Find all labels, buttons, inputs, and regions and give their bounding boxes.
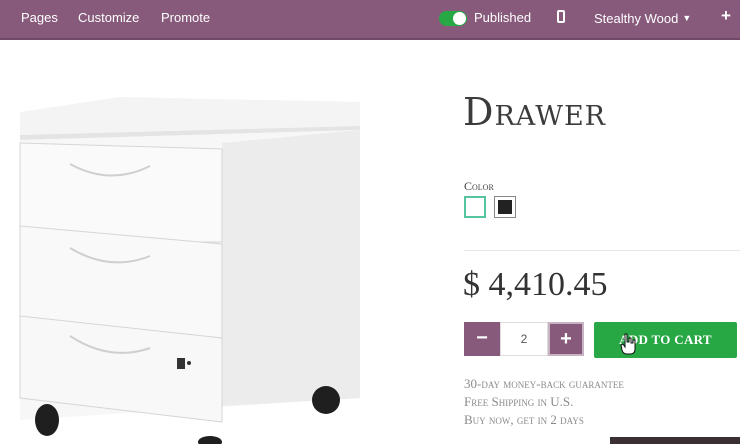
terms-item: 30-day money-back guarantee xyxy=(464,376,624,391)
website-editor-navbar: Pages Customize Promote Published Stealt… xyxy=(0,0,740,40)
website-name: Stealthy Wood xyxy=(594,11,679,26)
product-image xyxy=(19,97,360,444)
bottom-corner-block xyxy=(610,437,740,444)
quantity-input[interactable] xyxy=(500,322,548,356)
quantity-increase-button[interactable]: + xyxy=(548,322,584,356)
menu-promote[interactable]: Promote xyxy=(161,10,210,26)
swatch-black[interactable] xyxy=(494,196,516,218)
add-to-cart-button[interactable]: ADD TO CART xyxy=(594,322,737,358)
menu-customize[interactable]: Customize xyxy=(78,10,139,26)
product-price: $ 4,410.45 xyxy=(463,266,608,303)
terms-item: Free Shipping in U.S. xyxy=(464,394,574,409)
menu-pages[interactable]: Pages xyxy=(21,10,58,26)
swatch-black-fill xyxy=(498,200,512,214)
product-terms-list: 30-day money-back guarantee Free Shippin… xyxy=(464,375,624,429)
toggle-knob xyxy=(453,12,466,25)
swatch-white[interactable] xyxy=(464,196,486,218)
new-content-plus-icon[interactable]: + xyxy=(721,6,731,26)
terms-item: Buy now, get in 2 days xyxy=(464,412,584,427)
attribute-label-color: Color xyxy=(464,179,494,193)
website-switcher[interactable]: Stealthy Wood ▼ xyxy=(594,10,691,27)
product-name: Drawer xyxy=(463,90,606,134)
publish-status-label[interactable]: Published xyxy=(474,10,531,26)
mobile-phone-icon[interactable] xyxy=(557,10,565,23)
quantity-decrease-button[interactable]: − xyxy=(464,322,500,356)
chevron-down-icon: ▼ xyxy=(682,13,692,23)
publish-toggle[interactable] xyxy=(439,11,467,26)
divider xyxy=(464,250,740,251)
